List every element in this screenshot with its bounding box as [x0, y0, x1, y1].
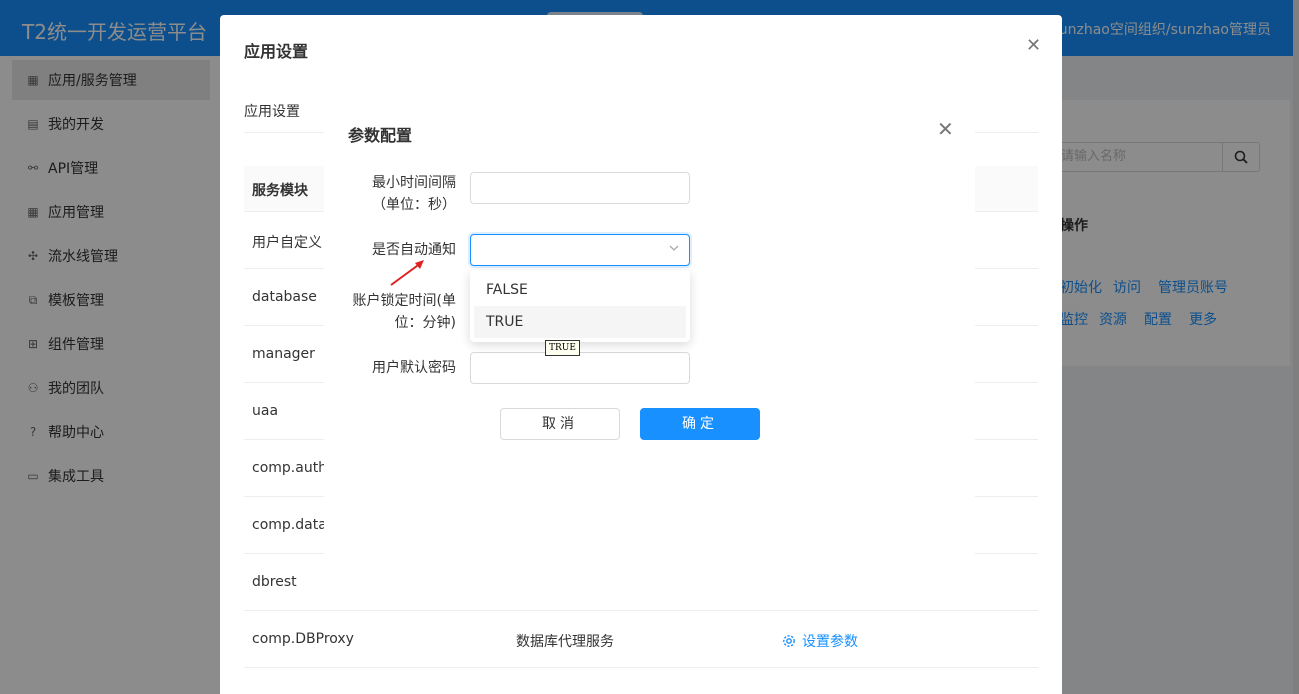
default-password-label: 用户默认密码 [372, 360, 456, 376]
min-interval-label: 最小时间间隔 （单位：秒） [324, 172, 456, 216]
close-icon[interactable]: ✕ [937, 117, 954, 141]
param-config-modal: 参数配置 ✕ 最小时间间隔 （单位：秒） 是否自动通知 账户锁定时间(单 位：分… [324, 100, 975, 592]
module-name: uaa [252, 403, 279, 419]
module-name: manager [252, 346, 315, 362]
min-interval-input[interactable] [470, 172, 690, 204]
tab-app-settings[interactable]: 应用设置 [244, 101, 300, 121]
option-false[interactable]: FALSE [474, 274, 686, 306]
auto-notify-select[interactable] [470, 234, 690, 266]
table-row: comp.DBProxy 数据库代理服务 设置参数 [244, 611, 1038, 668]
modal-title: 应用设置 [244, 42, 309, 61]
label-line: 最小时间间隔 [372, 175, 456, 191]
annotation-arrow [390, 260, 424, 286]
cancel-button[interactable]: 取消 [500, 408, 620, 440]
column-header-module: 服务模块 [252, 183, 308, 199]
module-name: 用户自定义 [252, 235, 322, 251]
chevron-down-icon [669, 243, 679, 256]
gear-icon [783, 635, 795, 647]
close-icon[interactable]: ✕ [1026, 35, 1041, 56]
module-name: dbrest [252, 574, 297, 590]
label-line: （单位：秒） [372, 197, 456, 213]
select-dropdown: FALSE TRUE [470, 270, 690, 342]
option-tooltip: TRUE [545, 340, 580, 356]
default-password-input[interactable] [470, 352, 690, 384]
set-params-label: 设置参数 [802, 634, 858, 650]
label-line: 位：分钟) [394, 315, 456, 331]
set-params-link[interactable]: 设置参数 [782, 631, 858, 651]
lock-time-label: 账户锁定时间(单 位：分钟) [324, 290, 456, 334]
module-desc: 数据库代理服务 [516, 634, 614, 650]
ok-button[interactable]: 确定 [640, 408, 760, 440]
label-line: 账户锁定时间(单 [352, 293, 456, 309]
modal-title: 参数配置 [348, 126, 413, 145]
module-name: database [252, 289, 317, 305]
module-name: comp.DBProxy [252, 631, 354, 647]
option-true[interactable]: TRUE [474, 306, 686, 338]
